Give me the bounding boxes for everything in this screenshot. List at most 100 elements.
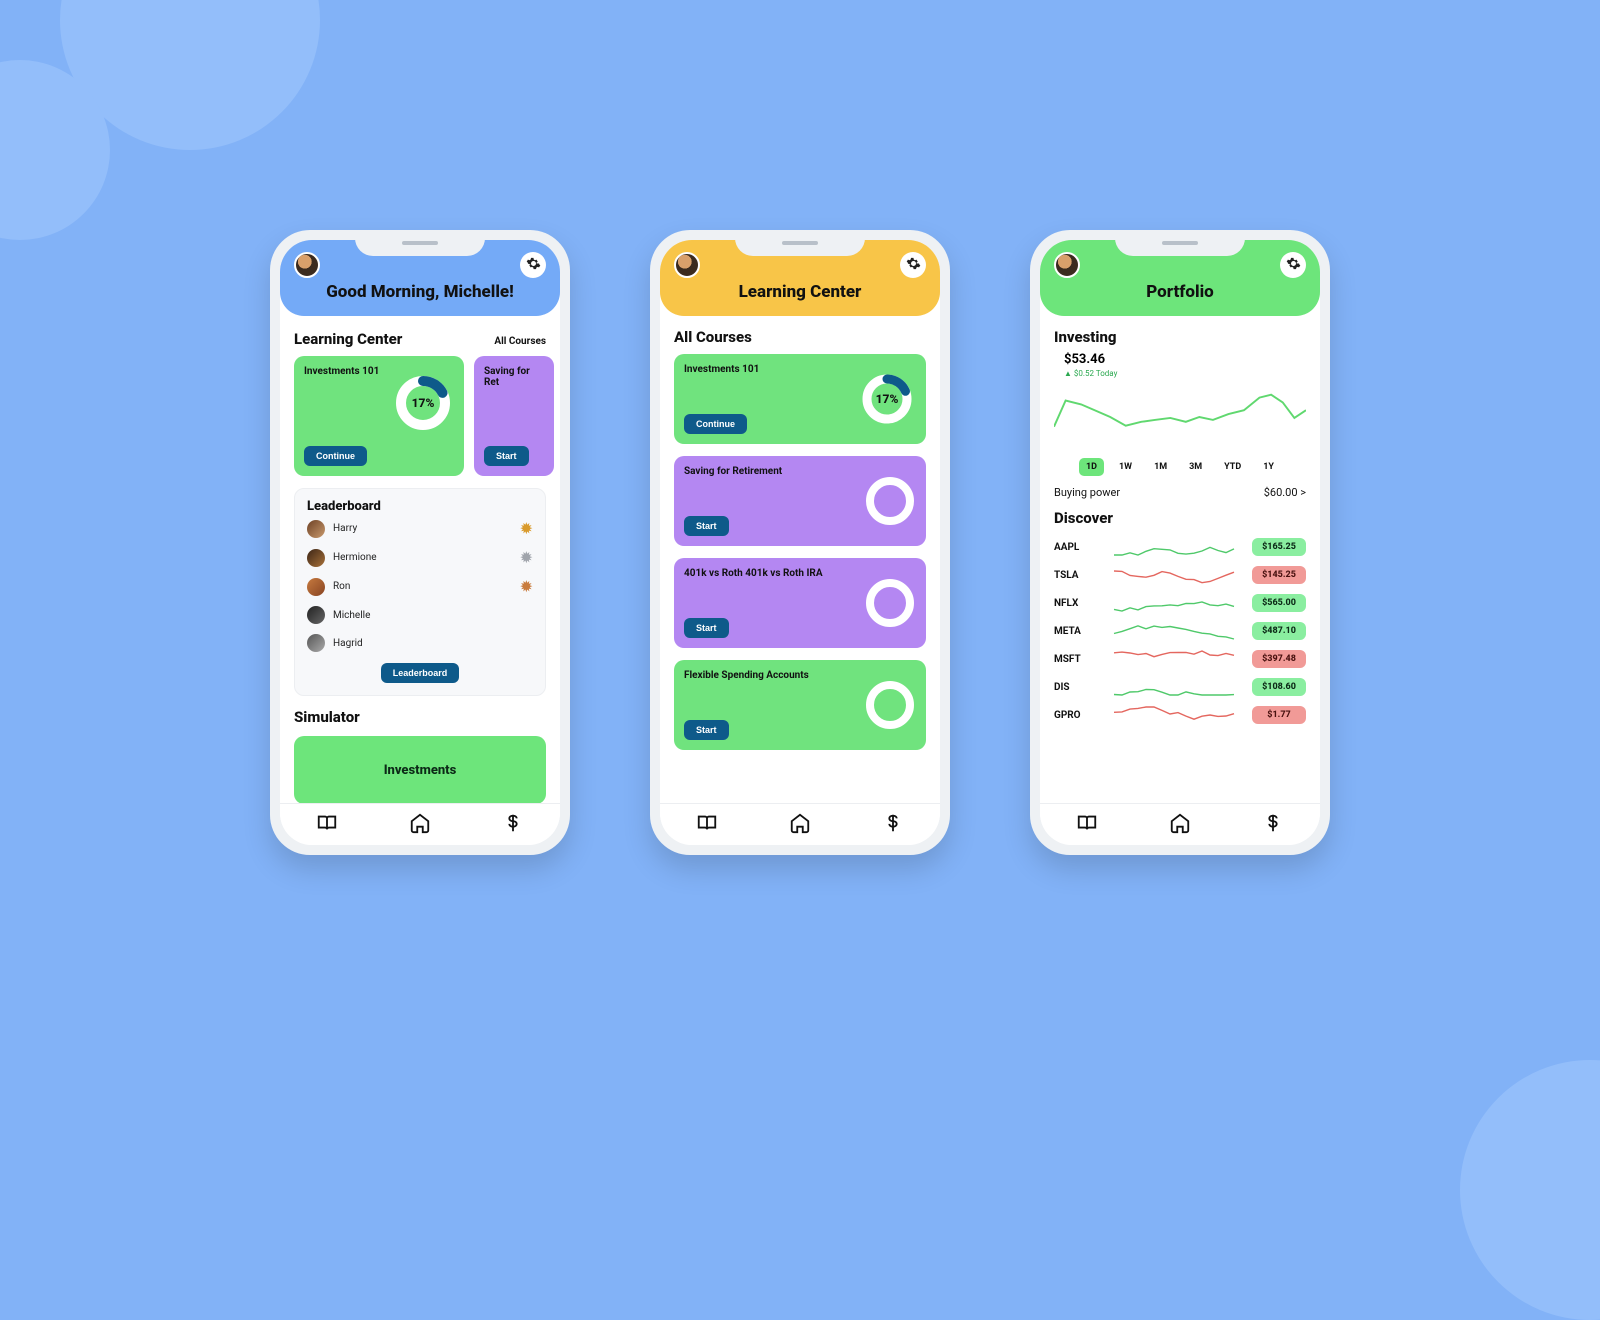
start-button[interactable]: Start: [484, 446, 529, 466]
phone-home: Good Morning, Michelle! Learning Center …: [270, 230, 570, 855]
portfolio-amount: $53.46: [1054, 352, 1306, 367]
start-button[interactable]: Start: [684, 618, 729, 638]
leaderboard-card: Leaderboard Harry ✹ Hermione ✹ Ron ✹ Mic…: [294, 488, 546, 696]
avatar: [307, 520, 325, 538]
stock-ticker: TSLA: [1054, 570, 1096, 581]
stock-price: $397.48: [1252, 650, 1306, 668]
stock-price: $108.60: [1252, 678, 1306, 696]
home-icon: [409, 819, 431, 838]
all-courses-link[interactable]: All Courses: [494, 336, 546, 347]
book-icon: [696, 819, 718, 838]
buying-power-label: Buying power: [1054, 486, 1120, 499]
leaderboard-name: Harry: [333, 523, 357, 534]
stock-row[interactable]: META $487.10: [1054, 617, 1306, 645]
course-scroll[interactable]: Investments 101 17% Continue Saving for …: [294, 356, 546, 476]
course-card[interactable]: Flexible Spending Accounts Start: [674, 660, 926, 750]
stock-ticker: NFLX: [1054, 598, 1096, 609]
continue-button[interactable]: Continue: [304, 446, 367, 466]
leaderboard-name: Hermione: [333, 552, 377, 563]
progress-ring: 17%: [394, 374, 452, 432]
range-1w[interactable]: 1W: [1112, 458, 1139, 476]
sparkline: [1104, 621, 1244, 641]
portfolio-delta: ▲ $0.52 Today: [1054, 369, 1306, 378]
sparkline: [1104, 677, 1244, 697]
course-title: Saving for Ret: [484, 366, 544, 388]
avatar: [307, 549, 325, 567]
start-button[interactable]: Start: [684, 720, 729, 740]
leaderboard-row[interactable]: Ron ✹: [307, 572, 533, 601]
course-card[interactable]: Investments 101 17% Continue: [674, 354, 926, 444]
medal-icon: ✹: [520, 519, 533, 538]
investments-simulator-button[interactable]: Investments: [294, 736, 546, 803]
leaderboard-row[interactable]: Michelle: [307, 601, 533, 629]
range-3m[interactable]: 3M: [1182, 458, 1209, 476]
dollar-icon: [1262, 819, 1284, 838]
stock-ticker: GPRO: [1054, 710, 1096, 721]
avatar[interactable]: [674, 252, 700, 278]
course-title: Saving for Retirement: [684, 466, 916, 477]
stock-row[interactable]: AAPL $165.25: [1054, 533, 1306, 561]
range-selector: 1D 1W 1M 3M YTD 1Y: [1054, 458, 1306, 476]
bottom-nav: [1040, 803, 1320, 845]
nav-home[interactable]: [409, 812, 431, 838]
continue-button[interactable]: Continue: [684, 414, 747, 434]
nav-learning[interactable]: [316, 812, 338, 838]
progress-ring: 17%: [860, 372, 914, 426]
settings-button[interactable]: [1280, 252, 1306, 278]
leaderboard-name: Ron: [333, 581, 350, 592]
avatar[interactable]: [1054, 252, 1080, 278]
course-title: Flexible Spending Accounts: [684, 670, 916, 681]
nav-learning[interactable]: [696, 812, 718, 838]
stock-row[interactable]: DIS $108.60: [1054, 673, 1306, 701]
nav-home[interactable]: [789, 812, 811, 838]
start-button[interactable]: Start: [684, 516, 729, 536]
nav-home[interactable]: [1169, 812, 1191, 838]
leaderboard-row[interactable]: Harry ✹: [307, 514, 533, 543]
simulator-label: Investments: [384, 763, 457, 778]
learning-title: Learning Center: [674, 282, 926, 302]
learning-center-heading: Learning Center: [294, 330, 402, 348]
buying-power-row[interactable]: Buying power $60.00 >: [1054, 486, 1306, 499]
range-1m[interactable]: 1M: [1147, 458, 1174, 476]
leaderboard-row[interactable]: Hagrid: [307, 629, 533, 657]
leaderboard-name: Hagrid: [333, 638, 363, 649]
course-card[interactable]: Saving for Retirement Start: [674, 456, 926, 546]
stock-row[interactable]: GPRO $1.77: [1054, 701, 1306, 729]
portfolio-chart: [1054, 382, 1306, 452]
stock-ticker: AAPL: [1054, 542, 1096, 553]
range-1d[interactable]: 1D: [1079, 458, 1104, 476]
nav-portfolio[interactable]: [1262, 812, 1284, 838]
leaderboard-button[interactable]: Leaderboard: [381, 663, 460, 683]
course-card[interactable]: 401k vs Roth 401k vs Roth IRA Start: [674, 558, 926, 648]
phone-portfolio: Portfolio Investing $53.46 ▲ $0.52 Today…: [1030, 230, 1330, 855]
book-icon: [316, 819, 338, 838]
course-card[interactable]: Saving for Ret Start: [474, 356, 554, 476]
progress-ring-empty: [866, 681, 914, 729]
avatar: [307, 606, 325, 624]
range-ytd[interactable]: YTD: [1217, 458, 1248, 476]
discover-heading: Discover: [1054, 509, 1306, 527]
stock-row[interactable]: TSLA $145.25: [1054, 561, 1306, 589]
leaderboard-row[interactable]: Hermione ✹: [307, 543, 533, 572]
avatar[interactable]: [294, 252, 320, 278]
gear-icon: [906, 256, 921, 275]
range-1y[interactable]: 1Y: [1256, 458, 1281, 476]
course-card[interactable]: Investments 101 17% Continue: [294, 356, 464, 476]
stock-ticker: DIS: [1054, 682, 1096, 693]
stock-ticker: META: [1054, 626, 1096, 637]
bottom-nav: [280, 803, 560, 845]
settings-button[interactable]: [520, 252, 546, 278]
stock-row[interactable]: NFLX $565.00: [1054, 589, 1306, 617]
course-title: 401k vs Roth 401k vs Roth IRA: [684, 568, 916, 579]
progress-percent: 17%: [860, 372, 914, 426]
progress-ring-empty: [866, 579, 914, 627]
sparkline: [1104, 593, 1244, 613]
progress-ring-empty: [866, 477, 914, 525]
nav-portfolio[interactable]: [882, 812, 904, 838]
stock-row[interactable]: MSFT $397.48: [1054, 645, 1306, 673]
nav-learning[interactable]: [1076, 812, 1098, 838]
stock-price: $1.77: [1252, 706, 1306, 724]
buying-power-value: $60.00 >: [1264, 486, 1306, 499]
nav-portfolio[interactable]: [502, 812, 524, 838]
settings-button[interactable]: [900, 252, 926, 278]
